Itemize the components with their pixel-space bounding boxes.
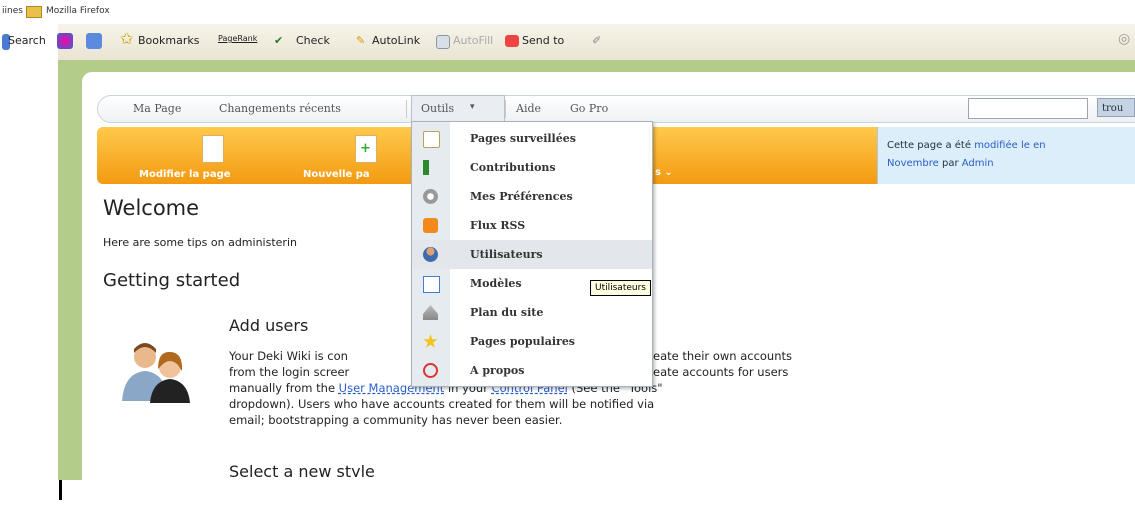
menu-item-pages-populaires[interactable]: Pages populaires [412,327,652,356]
nouvelle-page-button[interactable]: Nouvelle pa [303,169,370,180]
window-title: Mozilla Firefox [46,6,110,16]
menu-item-label: Pages surveillées [470,132,576,145]
new-page-icon: + [355,135,377,163]
page-title: Welcome [103,196,200,220]
search-input[interactable] [968,98,1088,119]
highlighter-icon[interactable]: ✐ [592,34,601,47]
star-icon[interactable]: ✩ [120,29,133,48]
autofill-icon[interactable] [436,35,450,49]
paragraph-text: email; bootstrapping a community has nev… [229,413,563,427]
star-icon [423,334,438,348]
user-icon [423,247,438,262]
paragraph-text: Your Deki Wiki is con [229,349,348,363]
add-users-heading: Add users [229,316,309,335]
modified-link[interactable]: modifiée le en [974,140,1045,151]
tooltip: Utilisateurs [590,280,651,296]
menu-item-label: Plan du site [470,306,544,319]
title-fragment: iines [2,6,23,16]
toolbar-search-button[interactable]: Search [8,34,46,47]
toolbar-pagerank[interactable]: PageRank [218,34,257,43]
settings-icon[interactable]: ◎ [1118,31,1130,47]
notice-text: par [938,158,962,169]
toolbar-autolink-button[interactable]: AutoLink [372,34,420,47]
users-icon [122,343,190,403]
menu-item-contributions[interactable]: Contributions [412,153,652,182]
toolbar-sendto-button[interactable]: Send to [522,34,564,47]
nav-changements-recents[interactable]: Changements récents [219,102,341,115]
google-toolbar: Search ✩ Bookmarks PageRank ✔ Check ✎ Au… [2,24,1135,61]
section-heading: Getting started [103,270,241,291]
nav-divider [406,100,407,118]
flag-icon [423,160,438,175]
menu-item-pages-surveillées[interactable]: Pages surveillées [412,124,652,153]
nav-outils-label: Outils [421,102,455,115]
menu-item-mes-préférences[interactable]: Mes Préférences [412,182,652,211]
sitemap-icon [423,305,438,320]
rss-icon [423,218,438,233]
paragraph-text: eate accounts for users [653,365,789,379]
chevron-down-icon[interactable]: s ⌄ [655,167,673,178]
extensions-icon[interactable] [86,33,102,49]
template-icon [423,276,440,293]
menu-item-label: Contributions [470,161,556,174]
select-style-heading: Select a new style [229,462,375,477]
intro-text: Here are some tips on administerin [103,236,297,249]
paragraph-text: dropdown). Users who have accounts creat… [229,397,655,411]
menu-item-label: Pages populaires [470,335,576,348]
pagerank-globe-icon[interactable] [57,33,73,49]
search-button[interactable]: trou [1097,98,1135,117]
admin-link[interactable]: Admin [962,158,994,169]
text-cursor [59,480,62,500]
folder-icon [26,6,42,18]
send-to-icon[interactable] [505,35,519,47]
chevron-down-icon: ▾ [470,102,475,112]
autolink-icon[interactable]: ✎ [356,34,365,47]
page-modified-notice: Cette page a été modifiée le en Novembre… [877,127,1135,184]
nav-aide[interactable]: Aide [516,102,541,115]
notice-text: Cette page a été [887,140,975,151]
menu-item-a-propos[interactable]: A propos [412,356,652,385]
menu-item-label: Utilisateurs [470,248,543,261]
toolbar-autofill-button[interactable]: AutoFill [453,34,493,47]
menu-item-flux-rss[interactable]: Flux RSS [412,211,652,240]
spellcheck-icon[interactable]: ✔ [274,34,283,47]
nav-ma-page[interactable]: Ma Page [133,102,181,115]
watch-page-icon [423,131,440,148]
menu-item-label: Mes Préférences [470,190,573,203]
help-icon [423,363,438,378]
menu-item-label: A propos [470,364,525,377]
nav-go-pro[interactable]: Go Pro [570,102,608,115]
nav-outils[interactable]: Outils ▾ [411,95,505,123]
outils-dropdown-menu: Pages surveillées Contributions Mes Préfér… [411,121,653,387]
menu-item-label: Modèles [470,277,522,290]
edit-page-icon [202,135,224,163]
paragraph-text: eate their own accounts [653,349,793,363]
date-link[interactable]: Novembre [887,158,939,169]
menu-item-label: Flux RSS [470,219,526,232]
menu-item-utilisateurs[interactable]: Utilisateurs [412,240,652,269]
menu-item-plan-du-site[interactable]: Plan du site [412,298,652,327]
nav-divider [505,100,506,118]
modifier-la-page-button[interactable]: Modifier la page [139,169,231,180]
gear-icon [423,189,438,204]
paragraph-text: from the login screer [229,365,350,379]
window-titlebar: iines Mozilla Firefox [0,0,1135,22]
toolbar-check-button[interactable]: Check [296,34,330,47]
toolbar-bookmarks-button[interactable]: Bookmarks [138,34,199,47]
paragraph-text: manually from the [229,381,339,395]
